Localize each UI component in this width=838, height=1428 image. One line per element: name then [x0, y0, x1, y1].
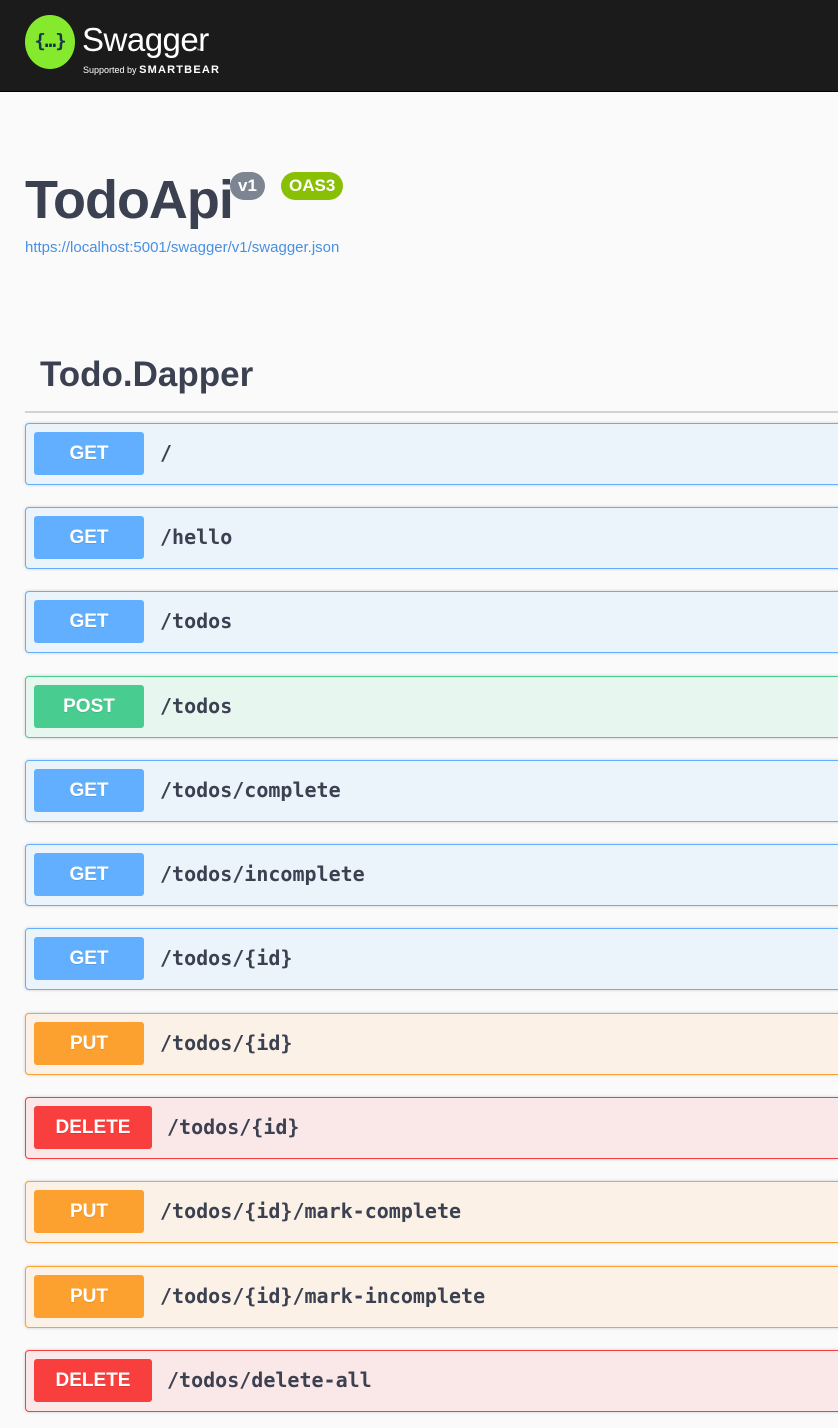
swagger-logo-icon[interactable]: {…} — [25, 15, 75, 69]
operation-path: /hello — [160, 525, 233, 549]
logo-glyph: {…} — [34, 30, 66, 52]
tag-section-header[interactable]: Todo.Dapper — [25, 345, 838, 413]
method-badge: GET — [34, 937, 144, 980]
operation-get-todos[interactable]: GET /todos — [25, 591, 838, 653]
operation-path: /todos/incomplete — [160, 862, 365, 886]
operation-path: /todos — [160, 609, 233, 633]
version-badge: v1 — [230, 172, 265, 200]
operation-delete-todo-by-id[interactable]: DELETE /todos/{id} — [25, 1097, 838, 1159]
method-badge: PUT — [34, 1190, 144, 1233]
operation-get-todos-incomplete[interactable]: GET /todos/incomplete — [25, 844, 838, 906]
operation-path: /todos/delete-all — [167, 1368, 372, 1392]
method-badge: POST — [34, 685, 144, 728]
method-badge: DELETE — [34, 1106, 152, 1149]
company-name: SMARTBEAR — [139, 64, 221, 76]
method-badge: PUT — [34, 1022, 144, 1065]
operation-post-todos[interactable]: POST /todos — [25, 676, 838, 738]
api-title: TodoApi — [25, 170, 234, 230]
oas-badge: OAS3 — [281, 172, 344, 200]
operation-get-todos-complete[interactable]: GET /todos/complete — [25, 760, 838, 822]
operation-path: /todos/{id}/mark-complete — [160, 1199, 462, 1223]
operation-put-mark-incomplete[interactable]: PUT /todos/{id}/mark-incomplete — [25, 1266, 838, 1328]
method-badge: GET — [34, 600, 144, 643]
operation-path: /todos/{id} — [160, 1031, 293, 1055]
operation-get-hello[interactable]: GET /hello — [25, 507, 838, 569]
method-badge: GET — [34, 853, 144, 896]
operation-path: /todos/{id} — [160, 946, 293, 970]
brand-trademark: ™ — [196, 48, 201, 54]
tag-name: Todo.Dapper — [40, 355, 254, 394]
operation-path: /todos/{id}/mark-incomplete — [160, 1284, 486, 1308]
operation-put-todo-by-id[interactable]: PUT /todos/{id} — [25, 1013, 838, 1075]
brand-name: Swagger — [82, 21, 209, 58]
brand-subtitle: Supported by SMARTBEAR — [83, 64, 220, 76]
method-badge: GET — [34, 516, 144, 559]
operation-path: / — [160, 441, 173, 465]
method-badge: PUT — [34, 1275, 144, 1318]
method-badge: DELETE — [34, 1359, 152, 1402]
supported-by-text: Supported by — [83, 65, 137, 75]
method-badge: GET — [34, 432, 144, 475]
top-bar: {…} Swagger ™ Supported by SMARTBEAR — [0, 0, 838, 92]
operation-path: /todos/{id} — [167, 1115, 300, 1139]
operation-path: /todos — [160, 694, 233, 718]
operation-path: /todos/complete — [160, 778, 341, 802]
operation-get-root[interactable]: GET / — [25, 423, 838, 485]
method-badge: GET — [34, 769, 144, 812]
operation-put-mark-complete[interactable]: PUT /todos/{id}/mark-complete — [25, 1181, 838, 1243]
operation-delete-all[interactable]: DELETE /todos/delete-all — [25, 1350, 838, 1412]
operation-get-todo-by-id[interactable]: GET /todos/{id} — [25, 928, 838, 990]
spec-url-link[interactable]: https://localhost:5001/swagger/v1/swagge… — [25, 239, 339, 256]
